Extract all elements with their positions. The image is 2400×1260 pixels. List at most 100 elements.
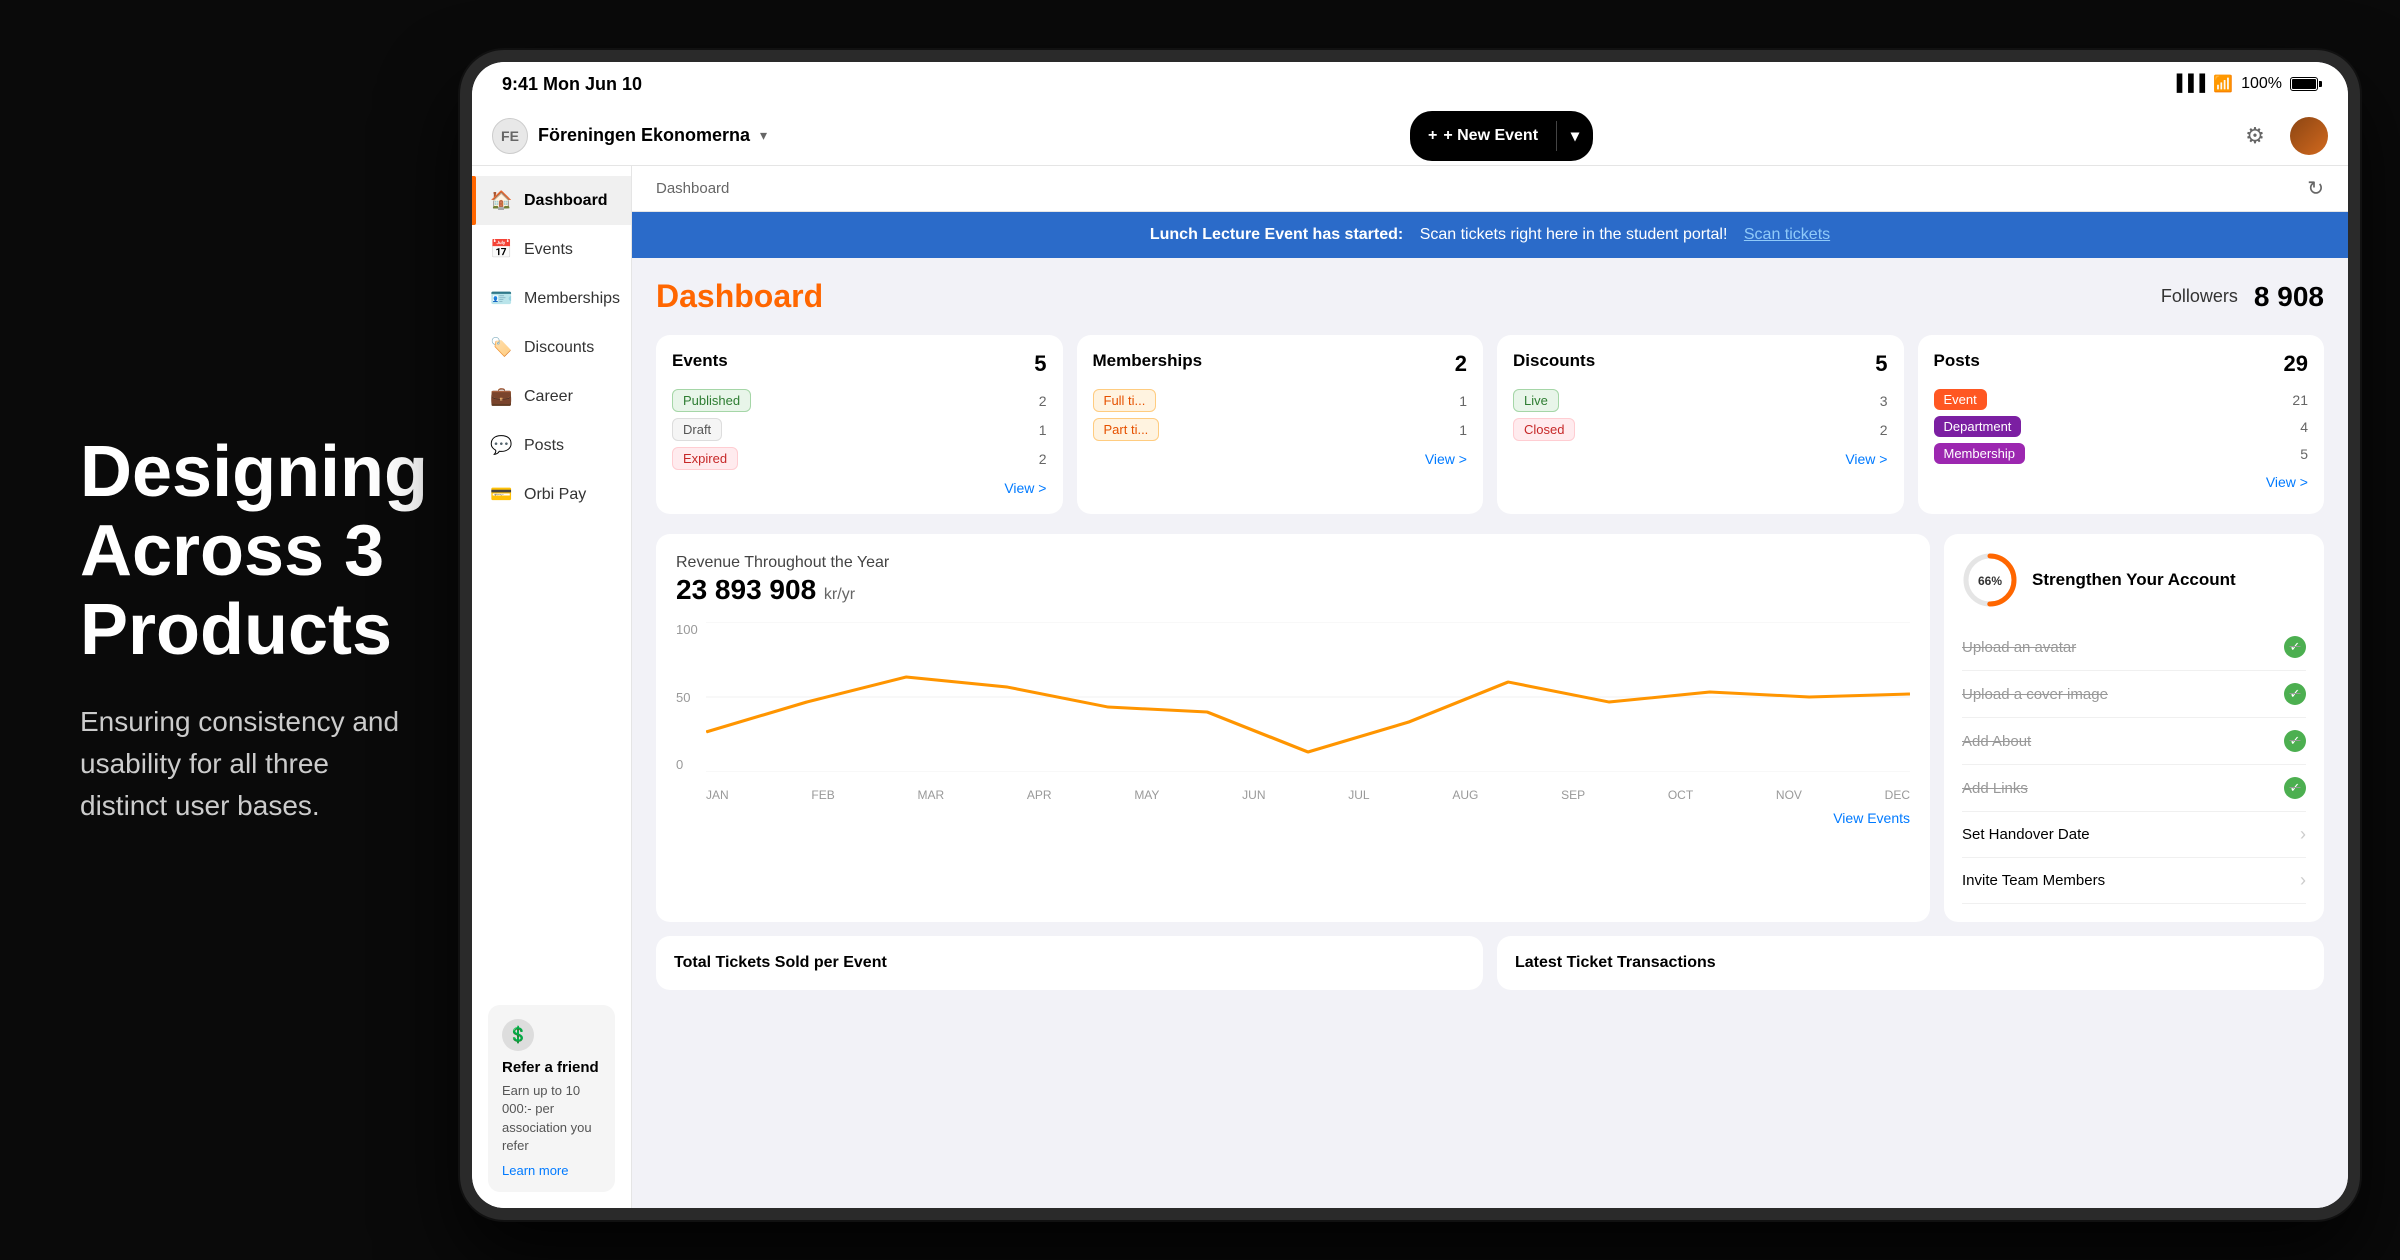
memberships-view-link[interactable]: View > [1425, 451, 1467, 467]
memberships-stat-rows: Full ti... 1 Part ti... 1 [1093, 389, 1468, 441]
main-layout: 🏠 Dashboard 📅 Events 🪪 Memberships 🏷️ Di… [472, 166, 2348, 1208]
scan-tickets-link[interactable]: Scan tickets [1744, 226, 1830, 244]
sidebar-item-dashboard[interactable]: 🏠 Dashboard [472, 176, 631, 225]
posts-stat-header: Posts 29 [1934, 351, 2309, 377]
memberships-fulltime-row: Full ti... 1 [1093, 389, 1468, 412]
top-nav: FE Föreningen Ekonomerna ▾ + + New Event… [472, 106, 2348, 166]
nav-right: ⚙ [2236, 117, 2328, 155]
revenue-amount: 23 893 908 kr/yr [676, 574, 1910, 606]
followers-label: Followers [2161, 286, 2238, 307]
career-icon: 💼 [490, 386, 512, 407]
strengthen-row-cover[interactable]: Upload a cover image ✓ [1962, 671, 2306, 718]
view-events-link[interactable]: View Events [1833, 810, 1910, 826]
avatar[interactable] [2290, 117, 2328, 155]
posts-stat-card: Posts 29 Event 21 Department 4 [1918, 335, 2325, 514]
learn-more-link[interactable]: Learn more [502, 1163, 568, 1178]
refer-text: Earn up to 10 000:- per association you … [502, 1082, 601, 1155]
posts-view-link[interactable]: View > [2266, 474, 2308, 490]
org-selector[interactable]: FE Föreningen Ekonomerna ▾ [492, 118, 767, 154]
closed-count: 2 [1880, 422, 1888, 438]
left-panel: DesigningAcross 3Products Ensuring consi… [80, 433, 460, 827]
posts-icon: 💬 [490, 435, 512, 456]
sidebar-item-posts[interactable]: 💬 Posts [472, 421, 631, 470]
add-about-label: Add About [1962, 733, 2031, 750]
ipad-frame: 9:41 Mon Jun 10 ▐▐▐ 📶 100% FE Föreningen… [460, 50, 2360, 1220]
refresh-button[interactable]: ↻ [2307, 176, 2324, 201]
discounts-stat-header: Discounts 5 [1513, 351, 1888, 377]
bottom-sections: Total Tickets Sold per Event Latest Tick… [656, 936, 2324, 990]
notification-banner: Lunch Lecture Event has started: Scan ti… [632, 212, 2348, 258]
avatar-check-icon: ✓ [2284, 636, 2306, 658]
new-event-dropdown-icon[interactable]: ▾ [1557, 126, 1593, 146]
sidebar-item-events[interactable]: 📅 Events [472, 225, 631, 274]
status-time: 9:41 Mon Jun 10 [502, 74, 642, 95]
events-stat-card: Events 5 Published 2 Draft 1 [656, 335, 1063, 514]
strengthen-row-avatar[interactable]: Upload an avatar ✓ [1962, 624, 2306, 671]
battery-icon [2290, 77, 2318, 91]
strengthen-card: 66% Strengthen Your Account Upload an av… [1944, 534, 2324, 922]
links-check-icon: ✓ [2284, 777, 2306, 799]
strengthen-row-handover[interactable]: Set Handover Date › [1962, 812, 2306, 858]
left-title: DesigningAcross 3Products [80, 433, 460, 671]
new-event-main: + + New Event [1410, 127, 1556, 145]
revenue-value: 23 893 908 [676, 574, 816, 605]
strengthen-row-links[interactable]: Add Links ✓ [1962, 765, 2306, 812]
plus-icon: + [1428, 127, 1437, 145]
discounts-stat-title: Discounts [1513, 351, 1595, 371]
revenue-chart-svg [706, 622, 1910, 772]
revenue-card: Revenue Throughout the Year 23 893 908 k… [656, 534, 1930, 922]
discounts-stat-rows: Live 3 Closed 2 [1513, 389, 1888, 441]
month-may: MAY [1134, 788, 1159, 802]
dash-header: Dashboard Followers 8 908 [656, 278, 2324, 315]
strengthen-rows: Upload an avatar ✓ Upload a cover image … [1962, 624, 2306, 904]
live-badge: Live [1513, 389, 1559, 412]
new-event-button[interactable]: + + New Event ▾ [1410, 111, 1593, 161]
event-posts-count: 21 [2292, 392, 2308, 408]
discounts-stat-card: Discounts 5 Live 3 Closed 2 [1497, 335, 1904, 514]
sidebar-item-orbipay[interactable]: 💳 Orbi Pay [472, 470, 631, 519]
events-draft-row: Draft 1 [672, 418, 1047, 441]
events-icon: 📅 [490, 239, 512, 260]
month-aug: AUG [1452, 788, 1478, 802]
event-type-badge: Event [1934, 389, 1987, 410]
expired-badge: Expired [672, 447, 738, 470]
month-dec: DEC [1885, 788, 1910, 802]
sidebar-item-career[interactable]: 💼 Career [472, 372, 631, 421]
notif-event-text: Lunch Lecture Event has started: [1150, 226, 1403, 244]
sidebar-item-memberships[interactable]: 🪪 Memberships [472, 274, 631, 323]
month-feb: FEB [811, 788, 834, 802]
month-jan: JAN [706, 788, 729, 802]
discounts-view-link[interactable]: View > [1845, 451, 1887, 467]
status-bar: 9:41 Mon Jun 10 ▐▐▐ 📶 100% [472, 62, 2348, 106]
svg-text:66%: 66% [1978, 574, 2002, 588]
left-subtitle: Ensuring consistency andusability for al… [80, 701, 460, 827]
posts-membership-row: Membership 5 [1934, 443, 2309, 464]
refer-icon: 💲 [502, 1019, 534, 1051]
followers-section: Followers 8 908 [2161, 281, 2324, 313]
draft-count: 1 [1039, 422, 1047, 438]
y-label-0: 0 [676, 757, 698, 772]
membership-posts-count: 5 [2300, 446, 2308, 462]
signal-icon: ▐▐▐ [2171, 75, 2205, 93]
posts-event-row: Event 21 [1934, 389, 2309, 410]
links-row-right: ✓ [2284, 777, 2306, 799]
strengthen-row-about[interactable]: Add About ✓ [1962, 718, 2306, 765]
refer-card: 💲 Refer a friend Earn up to 10 000:- per… [488, 1005, 615, 1192]
memberships-stat-header: Memberships 2 [1093, 351, 1468, 377]
memberships-stat-title: Memberships [1093, 351, 1203, 371]
sidebar-label-posts: Posts [524, 437, 564, 455]
stats-row: Events 5 Published 2 Draft 1 [656, 335, 2324, 514]
set-handover-label: Set Handover Date [1962, 826, 2090, 843]
fulltime-badge: Full ti... [1093, 389, 1157, 412]
month-nov: NOV [1776, 788, 1802, 802]
sidebar-item-discounts[interactable]: 🏷️ Discounts [472, 323, 631, 372]
refer-section: 💲 Refer a friend Earn up to 10 000:- per… [472, 989, 631, 1208]
wifi-icon: 📶 [2213, 74, 2233, 94]
invite-row-right: › [2300, 870, 2306, 891]
memberships-parttime-row: Part ti... 1 [1093, 418, 1468, 441]
settings-button[interactable]: ⚙ [2236, 117, 2274, 155]
breadcrumb: Dashboard [656, 180, 729, 197]
invite-team-label: Invite Team Members [1962, 872, 2105, 889]
events-view-link[interactable]: View > [1004, 480, 1046, 496]
strengthen-row-invite[interactable]: Invite Team Members › [1962, 858, 2306, 904]
